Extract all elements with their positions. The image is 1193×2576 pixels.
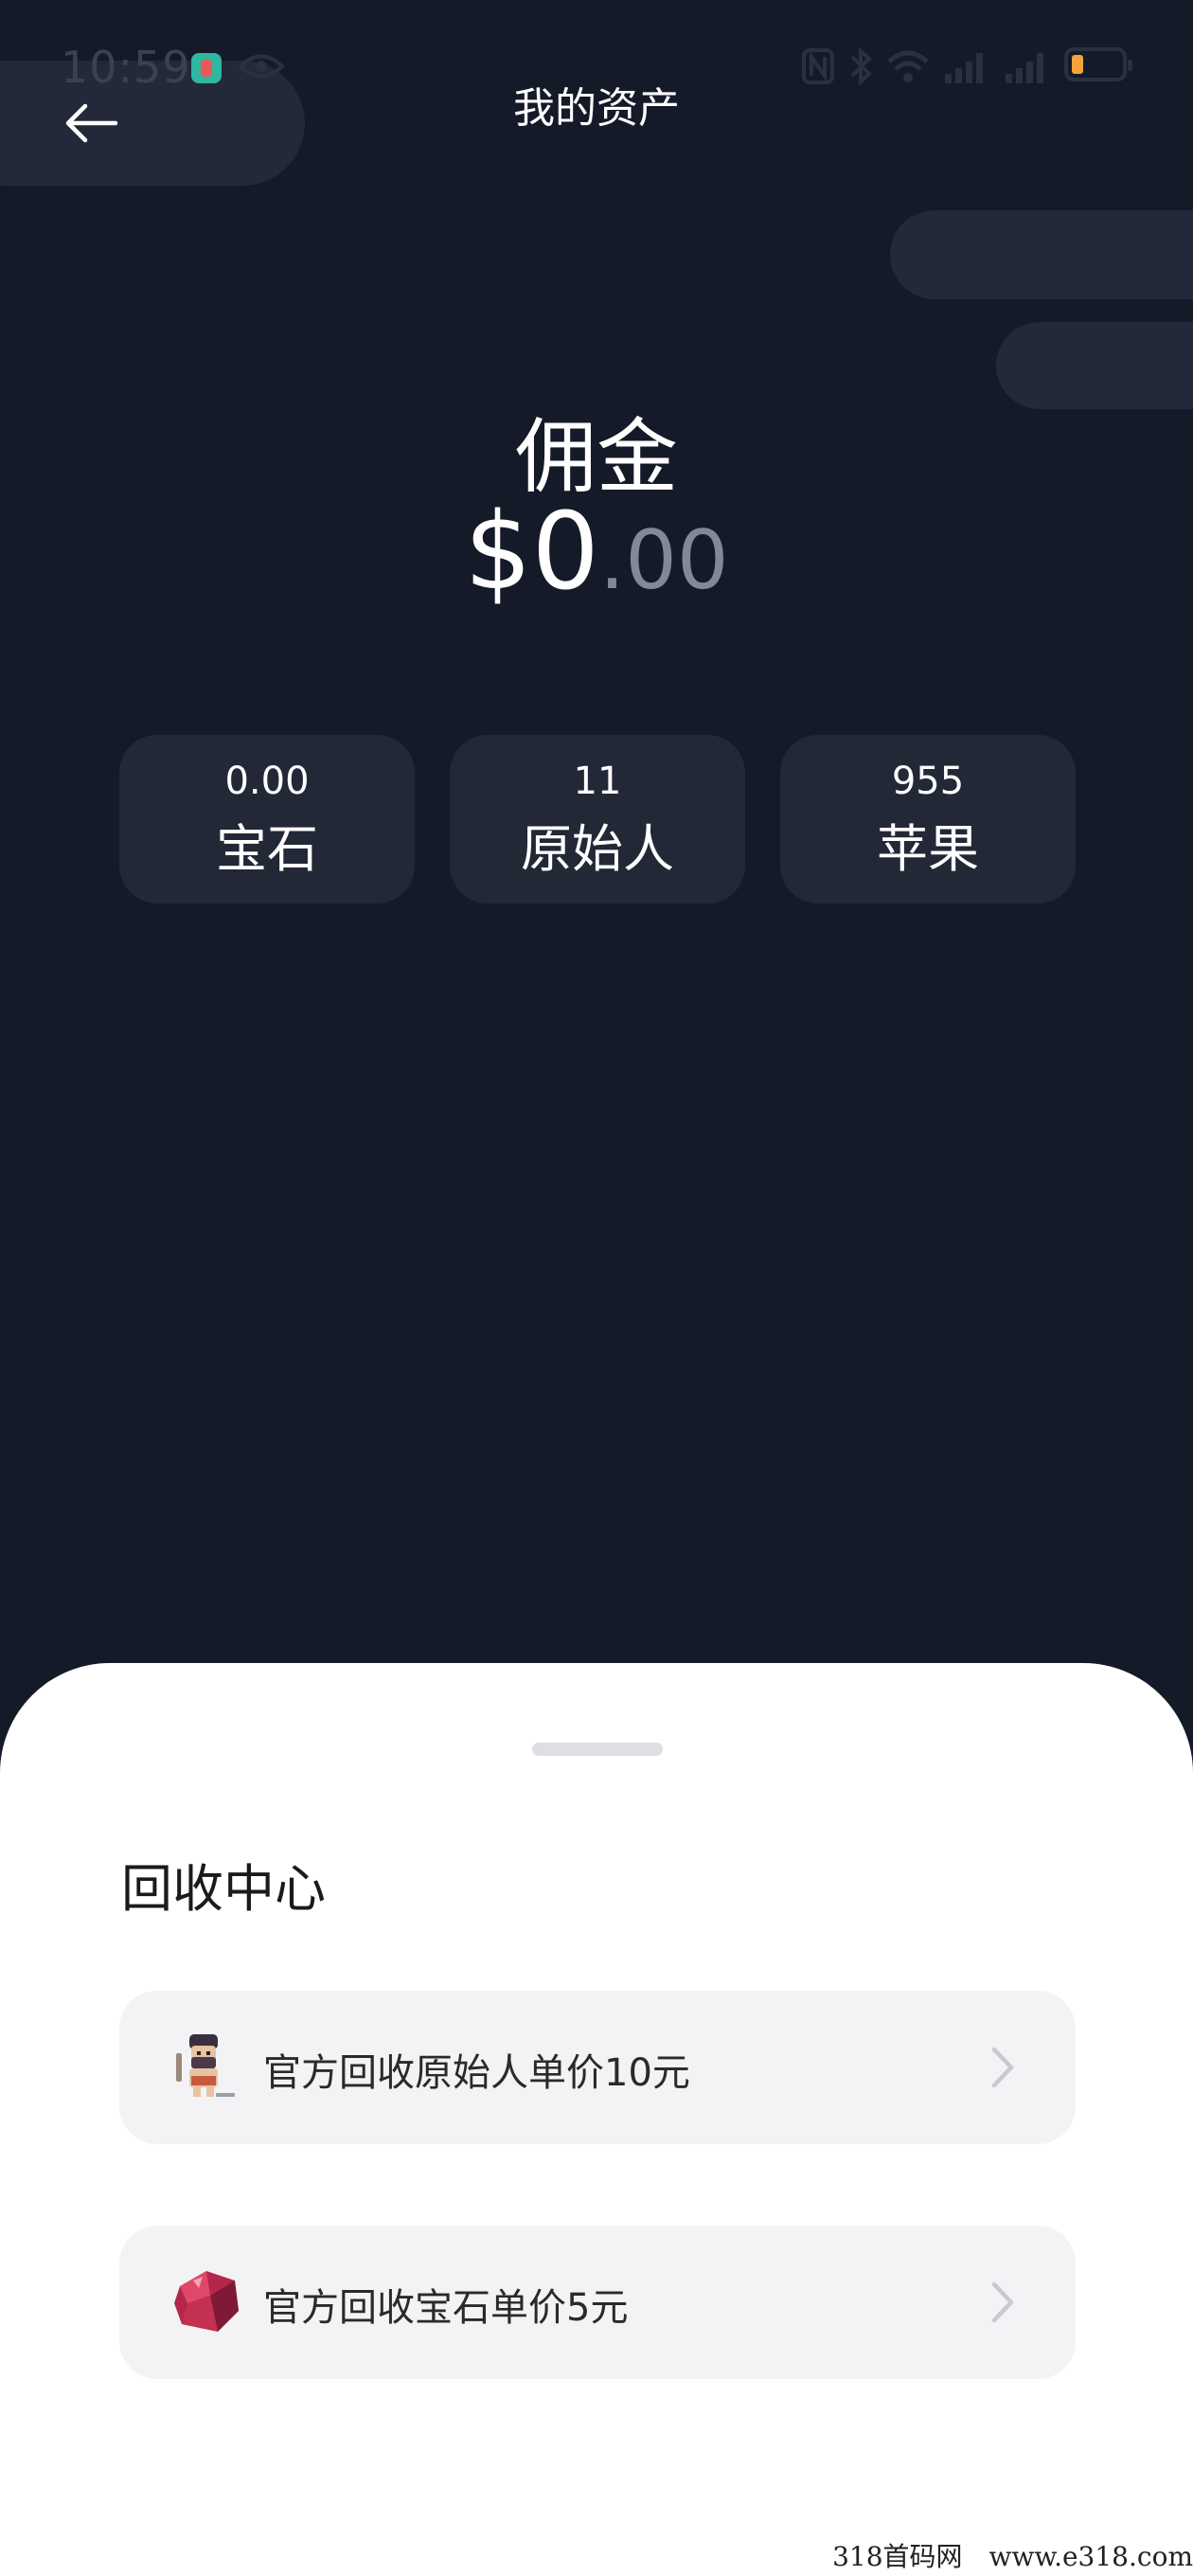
recycle-item-gem[interactable]: 官方回收宝石单价5元 (119, 2226, 1076, 2379)
currency-symbol: $ (464, 491, 532, 614)
recycle-title: 回收中心 (121, 1859, 326, 1919)
decor-pill-right-1 (890, 210, 1193, 299)
stat-card-cavemen[interactable]: 11 原始人 (450, 735, 745, 903)
chevron-right-icon (991, 2281, 1014, 2323)
recycle-sheet: 回收中心 官方回收原始人单价10元 官方回收宝石单价5元 (0, 1663, 1193, 2576)
stat-value: 0.00 (224, 760, 310, 803)
chevron-right-icon (991, 2047, 1014, 2088)
recycle-item-caveman[interactable]: 官方回收原始人单价10元 (119, 1991, 1076, 2144)
stat-label: 宝石 (216, 819, 318, 879)
caveman-icon (176, 2034, 235, 2097)
recycle-item-text: 官方回收原始人单价10元 (263, 2051, 690, 2095)
amount-decimal: .00 (598, 513, 729, 608)
sheet-drag-handle[interactable] (532, 1743, 663, 1756)
commission-amount: $0.00 (0, 491, 1193, 614)
stat-label: 原始人 (521, 819, 674, 879)
watermark: 318首码网 www.e318.com (819, 2538, 1193, 2576)
page-title: 我的资产 (513, 84, 680, 133)
recycle-item-text: 官方回收宝石单价5元 (263, 2286, 629, 2330)
stat-value: 11 (573, 760, 622, 803)
gem-icon (174, 2271, 239, 2332)
stat-card-gems[interactable]: 0.00 宝石 (119, 735, 415, 903)
amount-integer: 0 (531, 491, 599, 614)
stat-label: 苹果 (877, 819, 979, 879)
stat-card-apples[interactable]: 955 苹果 (780, 735, 1076, 903)
stat-value: 955 (891, 760, 965, 803)
